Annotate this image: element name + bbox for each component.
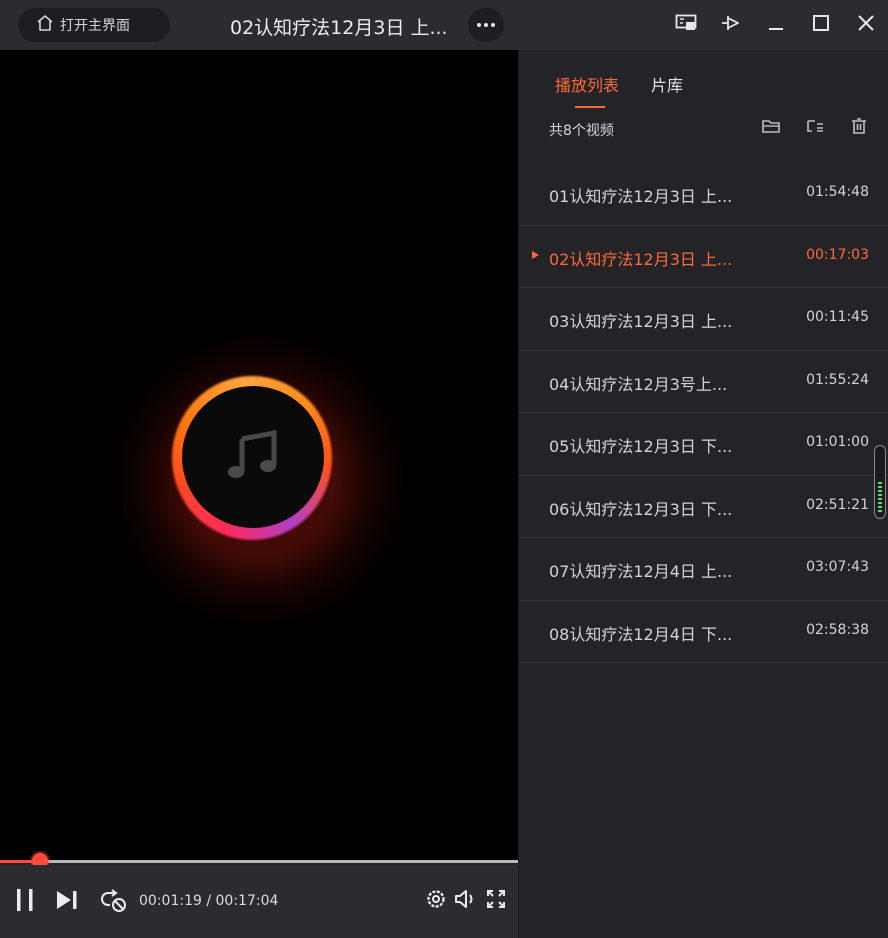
fullscreen-icon [485,888,507,914]
more-icon [477,23,481,27]
loop-icon [100,887,128,917]
title-bar: 打开主界面 02认知疗法12月3日 上... [0,0,888,50]
tab-library[interactable]: 片库 [651,72,683,104]
playlist-item-title: 06认知疗法12月3日 下... [549,499,733,519]
seek-track [0,860,518,863]
pause-icon [14,888,36,916]
open-main-window-label: 打开主界面 [60,18,130,34]
pin-icon [720,13,742,37]
maximize-button[interactable] [798,0,843,50]
next-icon [55,889,79,915]
playback-time: 00:01:19 / 00:17:04 [139,893,278,909]
gear-icon [425,888,447,914]
playlist-item-title: 04认知疗法12月3号上... [549,374,728,394]
fullscreen-button[interactable] [484,889,508,913]
playlist-item-title: 02认知疗法12月3日 上... [549,249,733,269]
volume-button[interactable] [454,889,478,913]
open-folder-button[interactable] [760,118,782,138]
window-title: 02认知疗法12月3日 上... [230,17,448,39]
audio-disc [182,386,324,528]
video-area[interactable] [0,50,518,860]
now-playing-icon [532,250,539,259]
playlist-item-duration: 01:54:48 [806,184,869,200]
playlist-item-title: 03认知疗法12月3日 上... [549,312,733,331]
playlist-item[interactable]: 01认知疗法12月3日 上... 01:54:48 [519,163,888,226]
playlist-item-duration: 02:51:21 [806,496,869,513]
next-button[interactable] [52,887,82,917]
pin-on-top-button[interactable] [708,0,753,50]
playlist-item-title: 05认知疗法12月3日 下... [549,437,733,456]
playlist-item-duration: 01:01:00 [806,434,869,450]
playlist-item[interactable]: 04认知疗法12月3号上... 01:55:24 [519,351,888,413]
total-time: 00:17:04 [215,893,279,909]
trash-icon [851,118,867,138]
settings-button[interactable] [424,889,448,913]
playlist-item-title: 01认知疗法12月3日 上... [549,187,733,206]
playlist-item-duration: 02:58:38 [806,621,869,638]
playlist-item-duration: 00:11:45 [806,309,869,325]
volume-level-scrollbar[interactable] [874,445,886,519]
playlist-item[interactable]: 05认知疗法12月3日 下... 01:01:00 [519,413,888,476]
open-main-window-button[interactable]: 打开主界面 [18,8,170,42]
playlist-item-title: 07认知疗法12月4日 上... [549,562,733,581]
video-count: 共8个视频 [549,123,614,139]
volume-icon [454,888,478,914]
playlist-item[interactable]: 06认知疗法12月3日 下... 02:51:21 [519,476,888,538]
current-time: 00:01:19 [139,893,202,909]
seek-bar[interactable] [0,853,518,869]
playlist-item-title: 08认知疗法12月4日 下... [549,624,733,644]
playback-controls: 00:01:19 / 00:17:04 [0,865,518,938]
playlist-mode-button[interactable] [804,118,826,138]
playlist-item-current[interactable]: 02认知疗法12月3日 上... 00:17:03 [519,226,888,288]
scrollbar-grip[interactable] [878,482,882,512]
minimize-icon [767,14,785,36]
close-icon [857,14,875,36]
minimize-button[interactable] [753,0,798,50]
playlist-tabs: 播放列表 片库 [555,72,683,108]
playlist-item[interactable]: 07认知疗法12月4日 上... 03:07:43 [519,538,888,601]
time-separator: / [201,893,216,909]
maximize-icon [812,14,830,36]
folder-icon [762,118,780,138]
clear-playlist-button[interactable] [848,118,870,138]
pause-button[interactable] [10,887,40,917]
tab-playlist[interactable]: 播放列表 [555,72,619,108]
home-icon [36,14,54,36]
playlist-item-duration: 01:55:24 [806,371,869,388]
playlist-panel: 播放列表 片库 共8个视频 01认知疗法12月3日 上... 01:54:48 … [518,50,888,938]
playlist-item[interactable]: 08认知疗法12月4日 下... 02:58:38 [519,601,888,663]
playlist-item-duration: 03:07:43 [806,559,869,575]
list-icon [806,118,824,138]
screen-mode-button[interactable] [663,0,708,50]
playlist-item[interactable]: 03认知疗法12月3日 上... 00:11:45 [519,288,888,351]
music-note-icon [226,429,280,484]
loop-mode-button[interactable] [98,887,130,917]
screen-icon [675,14,697,36]
close-button[interactable] [843,0,888,50]
more-button[interactable] [468,8,504,42]
playlist-item-duration: 00:17:03 [806,246,869,263]
playlist: 01认知疗法12月3日 上... 01:54:48 02认知疗法12月3日 上.… [519,163,888,663]
